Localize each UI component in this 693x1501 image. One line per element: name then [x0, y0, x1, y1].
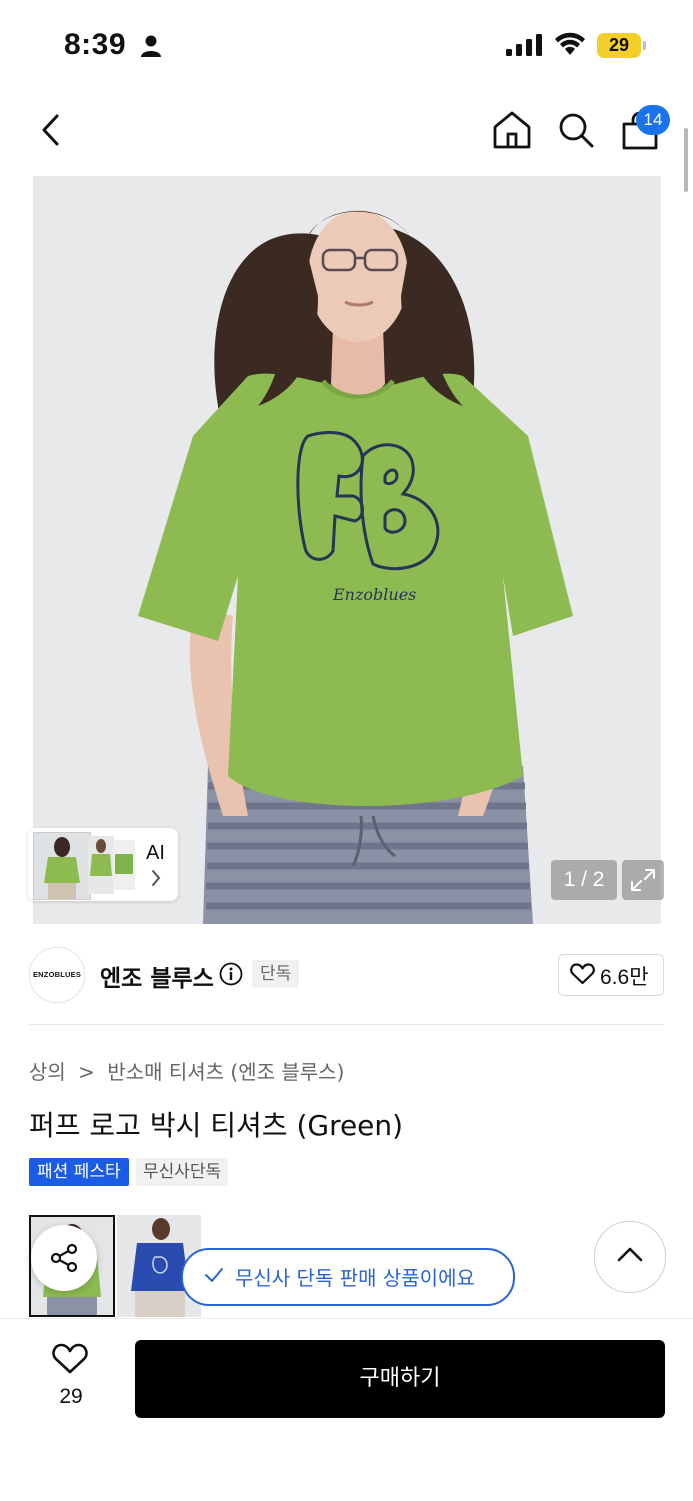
brand-logo[interactable]: ENZOBLUES	[29, 947, 85, 1003]
product-title: 퍼프 로고 박시 티셔츠 (Green)	[29, 1109, 404, 1142]
ai-thumb-2	[88, 836, 114, 894]
home-icon[interactable]	[492, 110, 532, 150]
breadcrumb-subcategory[interactable]: 반소매 티셔츠 (엔조 블루스)	[107, 1060, 344, 1084]
chevron-right-icon	[152, 870, 161, 886]
scrollbar[interactable]	[684, 128, 688, 192]
ai-thumb-1	[33, 832, 91, 900]
battery-level: 29	[608, 35, 630, 55]
breadcrumb-separator: >	[78, 1060, 95, 1084]
heart-icon	[570, 963, 595, 985]
badge-musinsa-exclusive: 무신사단독	[136, 1158, 229, 1186]
person-icon	[141, 35, 161, 57]
status-time: 8:39	[64, 28, 127, 61]
ai-thumb-3-image	[113, 840, 135, 890]
share-button[interactable]	[31, 1225, 97, 1291]
exclusive-tag: 단독	[252, 960, 300, 988]
divider	[29, 1024, 664, 1025]
scroll-to-top-button[interactable]	[594, 1221, 666, 1293]
ai-thumb-1-image	[34, 833, 90, 899]
image-counter: 1 / 2	[551, 860, 617, 900]
heart-icon[interactable]	[52, 1343, 88, 1375]
breadcrumb: 상의 > 반소매 티셔츠 (엔조 블루스)	[29, 1056, 344, 1085]
product-like-count: 29	[59, 1385, 83, 1408]
product-image[interactable]: Enzoblues	[33, 176, 661, 924]
expand-icon	[631, 869, 655, 891]
info-icon[interactable]	[219, 962, 243, 986]
breadcrumb-category[interactable]: 상의	[29, 1060, 66, 1084]
check-icon	[205, 1268, 223, 1282]
brand-like-count: 6.6만	[600, 966, 649, 989]
ai-thumb-2-image	[88, 836, 114, 894]
search-icon[interactable]	[556, 110, 596, 150]
chevron-up-icon	[617, 1247, 643, 1262]
product-photo: Enzoblues	[33, 176, 661, 924]
share-icon	[50, 1243, 78, 1273]
buy-button[interactable]: 구매하기	[135, 1340, 665, 1418]
signal-icon	[506, 34, 542, 56]
ai-thumb-3	[113, 840, 135, 890]
exclusive-notice-text: 무신사 단독 판매 상품이에요	[235, 1266, 475, 1290]
brand-name[interactable]: 엔조 블루스	[100, 959, 214, 993]
cart-count-badge: 14	[636, 105, 670, 135]
ai-label: AI	[146, 842, 165, 864]
back-icon[interactable]	[36, 112, 66, 148]
battery-cap	[643, 41, 646, 50]
badge-fashion-festa: 패션 페스타	[29, 1158, 129, 1186]
expand-button[interactable]	[622, 860, 664, 900]
print-logo-text: Enzoblues	[332, 585, 416, 604]
wifi-icon	[555, 32, 585, 55]
